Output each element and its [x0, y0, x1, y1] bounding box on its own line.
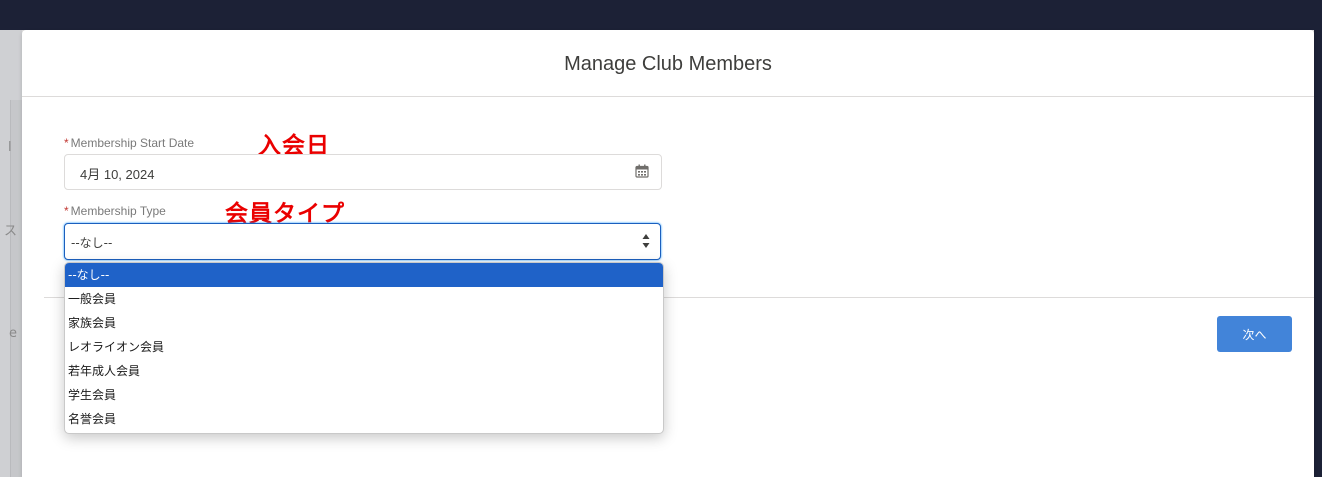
dropdown-option-family[interactable]: 家族会員: [65, 311, 663, 335]
background-page: l ス e: [0, 30, 23, 477]
required-mark: *: [64, 204, 69, 218]
background-header: [0, 0, 1322, 30]
calendar-icon[interactable]: [635, 164, 649, 178]
select-arrows-icon: [642, 234, 650, 248]
background-text: ス: [4, 224, 18, 239]
membership-type-value: --なし--: [71, 236, 113, 250]
dropdown-option-none[interactable]: --なし--: [65, 263, 663, 287]
dropdown-option-young-adult[interactable]: 若年成人会員: [65, 359, 663, 383]
dropdown-list: --なし-- 一般会員 家族会員 レオライオン会員 若年成人会員 学生会員 名誉…: [65, 263, 663, 431]
membership-type-dropdown: --なし-- 一般会員 家族会員 レオライオン会員 若年成人会員 学生会員 名誉…: [64, 262, 664, 434]
start-date-label-text: Membership Start Date: [70, 136, 195, 150]
dropdown-option-student[interactable]: 学生会員: [65, 383, 663, 407]
next-button[interactable]: 次へ: [1217, 316, 1292, 352]
background-edge: [1314, 0, 1322, 477]
dropdown-option-honorary[interactable]: 名誉会員: [65, 407, 663, 431]
start-date-value: 4月 10, 2024: [80, 167, 155, 182]
modal-header: Manage Club Members: [22, 30, 1314, 97]
modal-title: Manage Club Members: [564, 52, 772, 75]
required-mark: *: [64, 136, 69, 150]
membership-type-label: * Membership Type: [64, 204, 166, 218]
membership-type-select[interactable]: --なし--: [64, 223, 661, 260]
membership-type-label-text: Membership Type: [70, 204, 166, 218]
background-text: e: [9, 326, 17, 341]
start-date-label: * Membership Start Date: [64, 136, 194, 150]
dropdown-option-leo-lion[interactable]: レオライオン会員: [65, 335, 663, 359]
background-text: l: [8, 140, 12, 155]
dropdown-option-general[interactable]: 一般会員: [65, 287, 663, 311]
start-date-input[interactable]: 4月 10, 2024: [64, 154, 662, 190]
